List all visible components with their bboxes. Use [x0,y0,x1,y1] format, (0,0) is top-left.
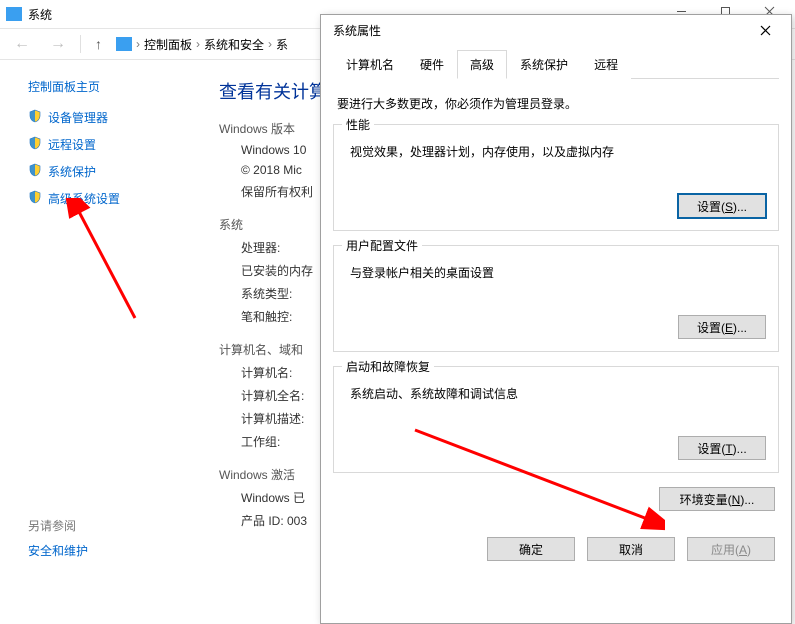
group-user-profiles: 用户配置文件 与登录帐户相关的桌面设置 设置(E)... [333,245,779,352]
user-profiles-settings-button[interactable]: 设置(E)... [678,315,766,339]
sidebar-item-label: 远程设置 [48,136,96,153]
sidebar-item-label: 设备管理器 [48,109,108,126]
tab-hardware[interactable]: 硬件 [407,50,457,79]
chevron-right-icon: › [136,37,140,51]
system-properties-dialog: 系统属性 计算机名 硬件 高级 系统保护 远程 要进行大多数更改，你必须作为管理… [320,14,792,624]
group-legend: 性能 [342,116,374,133]
workgroup-label: 工作组: [241,433,327,450]
sidebar-item-label: 高级系统设置 [48,190,120,207]
group-performance: 性能 视觉效果，处理器计划，内存使用，以及虚拟内存 设置(S)... [333,124,779,231]
group-legend: 启动和故障恢复 [342,358,434,375]
computer-desc-label: 计算机描述: [241,410,327,427]
breadcrumb[interactable]: › 控制面板 › 系统和安全 › 系 [116,36,288,53]
cpu-label: 处理器: [241,239,327,256]
section-computer-name: 计算机名、域和 [219,341,327,358]
nav-up-icon[interactable]: ↑ [89,34,108,54]
nav-forward-icon[interactable]: → [44,33,72,55]
sidebar-item-system-protection[interactable]: 系统保护 [28,163,195,180]
shield-icon [28,163,42,180]
sidebar-item-label: 系统保护 [48,163,96,180]
pentouch-label: 笔和触控: [241,308,327,325]
breadcrumb-root-icon [116,37,132,51]
shield-icon [28,136,42,153]
shield-icon [28,109,42,126]
nav-separator [80,35,81,53]
performance-settings-button[interactable]: 设置(S)... [678,194,766,218]
tabs: 计算机名 硬件 高级 系统保护 远程 [333,49,779,79]
dialog-footer: 确定 取消 应用(A) [333,537,779,561]
computer-fullname-label: 计算机全名: [241,387,327,404]
sidebar-item-remote-settings[interactable]: 远程设置 [28,136,195,153]
dialog-title: 系统属性 [333,22,381,39]
sidebar-item-advanced-system-settings[interactable]: 高级系统设置 [28,190,195,207]
breadcrumb-item[interactable]: 系 [276,36,288,53]
ok-button[interactable]: 确定 [487,537,575,561]
product-id: 产品 ID: 003 [241,512,327,529]
nav-back-icon[interactable]: ← [8,33,36,55]
sidebar-home-link[interactable]: 控制面板主页 [28,78,195,95]
group-desc: 系统启动、系统故障和调试信息 [350,385,766,402]
page-heading: 查看有关计算 [219,78,327,104]
back-window-title: 系统 [28,6,52,23]
group-startup-recovery: 启动和故障恢复 系统启动、系统故障和调试信息 设置(T)... [333,366,779,473]
environment-variables-button[interactable]: 环境变量(N)... [659,487,775,511]
close-icon [760,25,771,36]
tab-advanced[interactable]: 高级 [457,50,507,79]
section-system: 系统 [219,216,327,233]
dialog-close-button[interactable] [747,19,783,41]
main-content: 查看有关计算 Windows 版本 Windows 10 © 2018 Mic … [195,60,327,623]
apply-button[interactable]: 应用(A) [687,537,775,561]
system-app-icon [6,7,22,21]
tab-remote[interactable]: 远程 [581,50,631,79]
chevron-right-icon: › [196,37,200,51]
activation-status: Windows 已 [241,489,327,506]
section-activation: Windows 激活 [219,466,327,483]
section-windows-edition: Windows 版本 [219,120,327,137]
admin-note: 要进行大多数更改，你必须作为管理员登录。 [337,95,775,112]
os-name: Windows 10 [241,143,327,157]
sidebar-item-device-manager[interactable]: 设备管理器 [28,109,195,126]
tab-computer-name[interactable]: 计算机名 [333,50,407,79]
shield-icon [28,190,42,207]
group-legend: 用户配置文件 [342,237,422,254]
group-desc: 视觉效果，处理器计划，内存使用，以及虚拟内存 [350,143,766,160]
tab-system-protection[interactable]: 系统保护 [507,50,581,79]
computer-name-label: 计算机名: [241,364,327,381]
systype-label: 系统类型: [241,285,327,302]
copyright-line2: 保留所有权利 [241,183,327,200]
sidebar: 控制面板主页 设备管理器 远程设置 系统保护 高级系统设置 另请参阅 安全和维护 [0,60,195,623]
copyright-line1: © 2018 Mic [241,163,327,177]
group-desc: 与登录帐户相关的桌面设置 [350,264,766,281]
ram-label: 已安装的内存 [241,262,327,279]
cancel-button[interactable]: 取消 [587,537,675,561]
startup-recovery-settings-button[interactable]: 设置(T)... [678,436,766,460]
breadcrumb-item[interactable]: 控制面板 [144,36,192,53]
see-also-title: 另请参阅 [28,517,195,534]
see-also-link[interactable]: 安全和维护 [28,542,195,559]
dialog-titlebar: 系统属性 [321,15,791,45]
breadcrumb-item[interactable]: 系统和安全 [204,36,264,53]
chevron-right-icon: › [268,37,272,51]
